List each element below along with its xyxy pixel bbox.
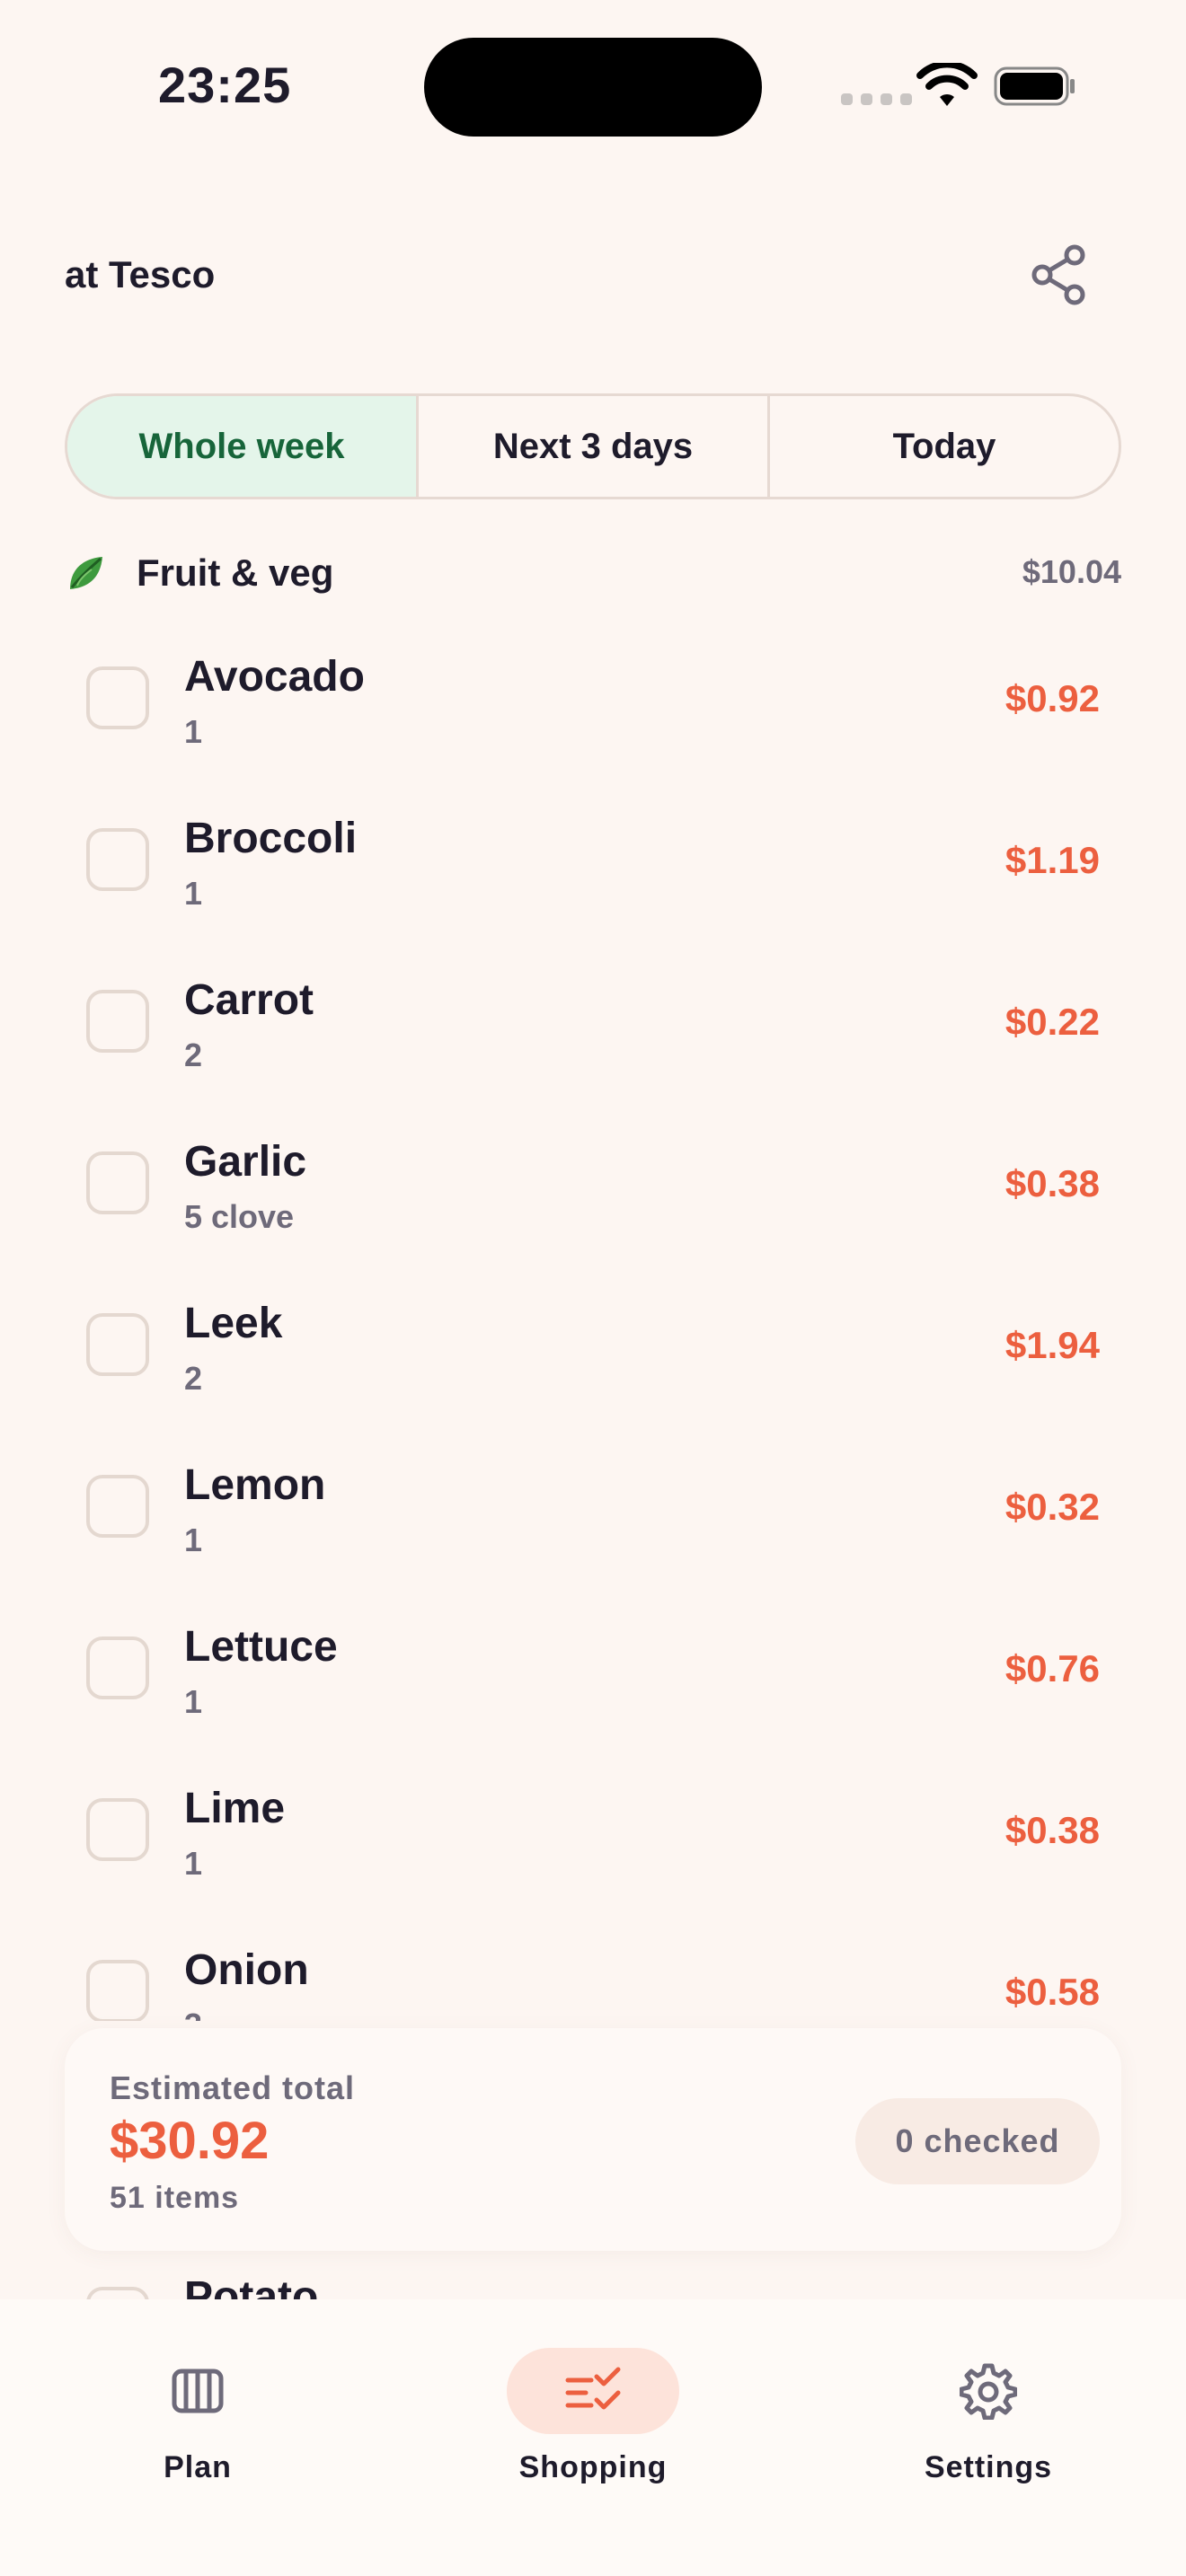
item-quantity: 5 clove [184,1198,295,1235]
share-icon[interactable] [1026,243,1091,307]
tab-plan[interactable]: Plan [90,2325,305,2504]
item-name: Avocado [184,653,365,701]
dynamic-island [424,38,762,137]
item-price: $0.22 [1005,1001,1100,1043]
item-quantity: 1 [184,1683,203,1720]
category-total: $10.04 [1022,553,1121,590]
tab-label: Settings [924,2450,1053,2484]
list-item[interactable]: Lettuce 1 $0.76 [0,1590,1186,1751]
item-price: $0.76 [1005,1647,1100,1689]
list-item[interactable]: Onion 3 $0.58 [0,1913,1186,2021]
item-checkbox[interactable] [86,828,149,891]
tab-bar: Plan Shopping Settings [0,2299,1186,2576]
list-item[interactable]: Carrot 2 $0.22 [0,943,1186,1105]
item-name: Lettuce [184,1623,338,1671]
item-checkbox[interactable] [86,990,149,1053]
item-checkbox[interactable] [86,1475,149,1538]
item-price: $0.58 [1005,1971,1100,2013]
checked-count-badge[interactable]: 0 checked [855,2098,1100,2184]
calendar-grid-icon [172,2369,224,2413]
item-checkbox[interactable] [86,1313,149,1376]
item-quantity: 1 [184,875,203,912]
tab-label: Plan [164,2450,232,2484]
item-name: Broccoli [184,815,358,862]
tab-shopping[interactable]: Shopping [485,2325,701,2504]
tab-label: Shopping [518,2450,668,2484]
tab-settings[interactable]: Settings [881,2325,1096,2504]
item-count: 51 items [110,2181,240,2215]
item-quantity: 1 [184,713,203,750]
item-quantity: 2 [184,1037,203,1073]
leafy-green-icon [70,557,102,589]
list-item[interactable]: Leek 2 $1.94 [0,1266,1186,1428]
item-price: $0.92 [1005,677,1100,719]
item-checkbox[interactable] [86,1960,149,2021]
item-checkbox[interactable] [86,1636,149,1699]
list-item[interactable]: Broccoli 1 $1.19 [0,781,1186,943]
list-item[interactable]: Lemon 1 $0.32 [0,1428,1186,1590]
item-name: Onion [184,1946,309,1994]
item-price: $1.19 [1005,839,1100,881]
item-name: Lime [184,1785,286,1832]
cellular-signal-icon [841,93,912,105]
list-item[interactable]: Potato [0,2254,1186,2299]
battery-icon [994,66,1075,106]
item-name: Garlic [184,1138,307,1186]
item-price: $0.32 [1005,1486,1100,1528]
shopping-list: Avocado 1 $0.92 Broccoli 1 $1.19 Carrot … [0,620,1186,2021]
item-price: $0.38 [1005,1162,1100,1204]
item-quantity: 3 [184,2007,202,2021]
item-name: Potato [184,2273,319,2299]
item-name: Carrot [184,976,314,1024]
category-label: Fruit & veg [137,551,334,594]
item-name: Leek [184,1300,283,1347]
item-name: Lemon [184,1461,326,1509]
list-item[interactable]: Avocado 1 $0.92 [0,620,1186,781]
list-item[interactable]: Garlic 5 clove $0.38 [0,1105,1186,1266]
item-quantity: 1 [184,1845,203,1882]
range-segmented-control: Whole week Next 3 days Today [65,393,1121,499]
item-checkbox[interactable] [86,2287,149,2299]
item-checkbox[interactable] [86,1151,149,1214]
item-quantity: 1 [184,1522,203,1558]
estimated-total-card: Estimated total $30.92 51 items 0 checke… [65,2028,1121,2251]
list-item[interactable]: Lime 1 $0.38 [0,1751,1186,1913]
estimated-total-label: Estimated total [110,2069,356,2106]
page-title: at Tesco [65,253,216,296]
wifi-icon [916,63,978,106]
gear-icon [960,2363,1017,2420]
segment-today[interactable]: Today [767,396,1119,497]
item-price: $0.38 [1005,1809,1100,1851]
segment-next-3-days[interactable]: Next 3 days [416,396,767,497]
estimated-total-value: $30.92 [110,2112,270,2170]
checklist-icon [565,2367,621,2410]
item-price: $1.94 [1005,1324,1100,1366]
item-checkbox[interactable] [86,666,149,729]
status-time: 23:25 [158,57,292,113]
item-checkbox[interactable] [86,1798,149,1861]
item-quantity: 2 [184,1360,203,1397]
segment-whole-week[interactable]: Whole week [67,396,416,497]
